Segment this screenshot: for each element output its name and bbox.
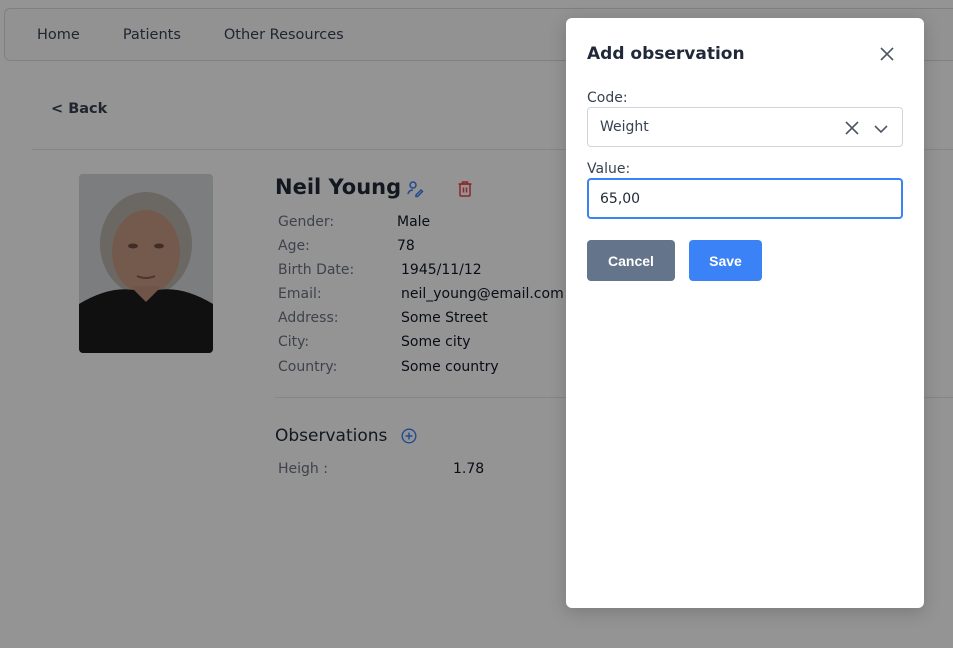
value-input[interactable]: 65,00: [587, 178, 903, 219]
code-select[interactable]: Weight: [587, 107, 903, 147]
save-button[interactable]: Save: [689, 240, 762, 281]
code-select-value: Weight: [600, 119, 649, 135]
cancel-button[interactable]: Cancel: [587, 240, 675, 281]
value-input-text: 65,00: [600, 191, 641, 207]
chevron-down-icon[interactable]: [873, 121, 889, 135]
x-icon[interactable]: [844, 120, 860, 136]
modal-title: Add observation: [587, 44, 745, 64]
close-icon[interactable]: [879, 46, 895, 62]
add-observation-modal: Add observation Code: Weight Value: 65,0…: [566, 18, 924, 608]
code-label: Code:: [587, 90, 628, 106]
value-label: Value:: [587, 161, 631, 177]
